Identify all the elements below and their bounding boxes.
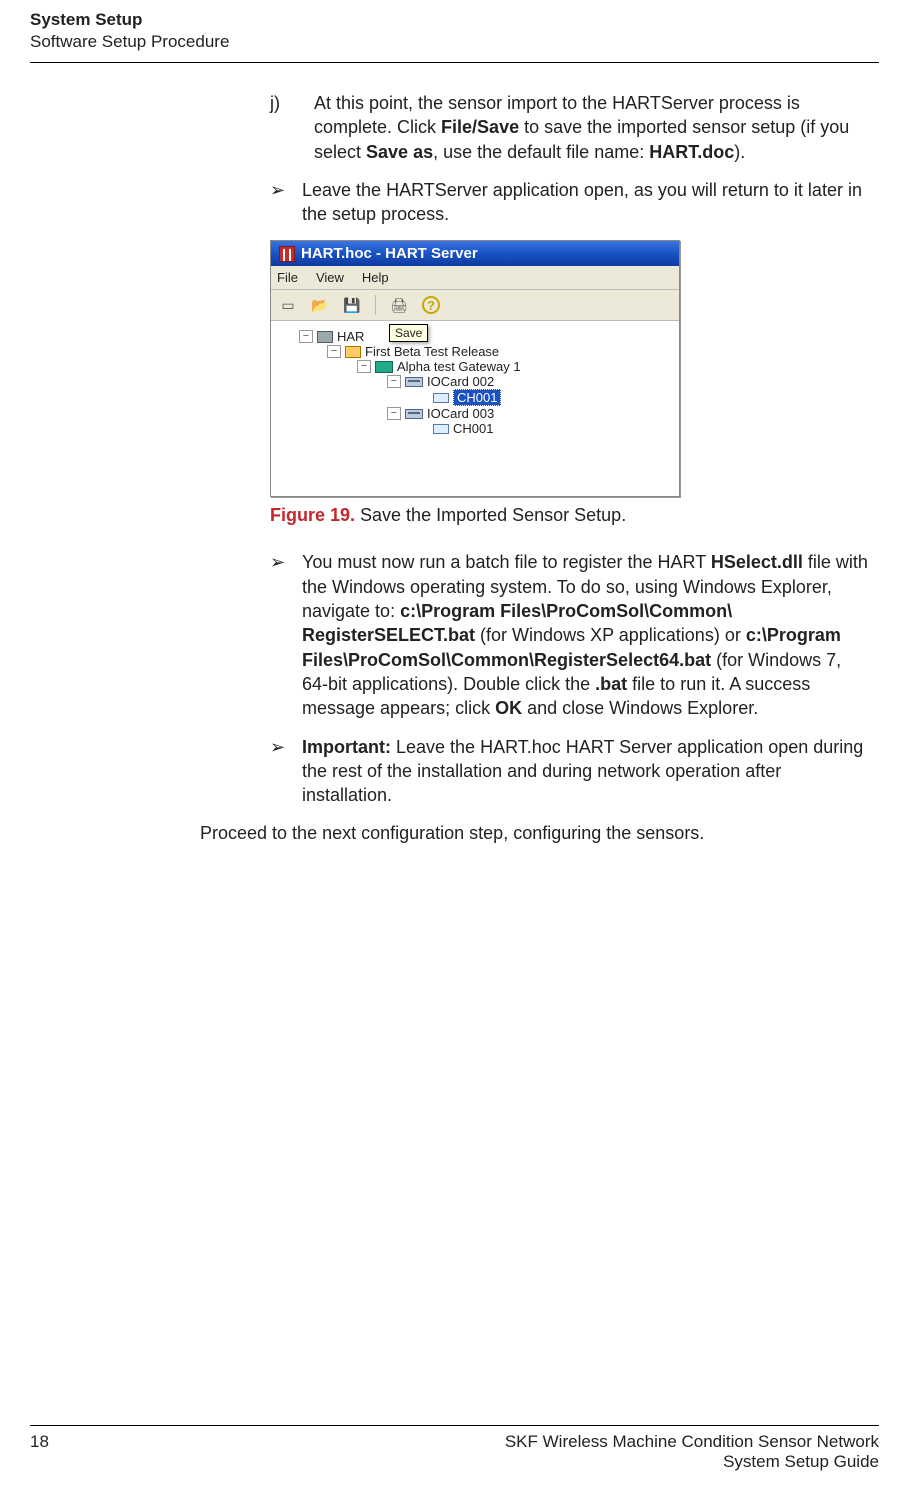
help-icon[interactable]: ? xyxy=(420,294,442,316)
save-icon[interactable]: 💾 xyxy=(341,294,363,316)
collapse-icon[interactable]: − xyxy=(327,345,341,358)
figure-text: Save the Imported Sensor Setup. xyxy=(355,505,626,525)
bullet-marker: ➢ xyxy=(270,735,302,808)
collapse-icon[interactable]: − xyxy=(299,330,313,343)
tree-gateway[interactable]: − Alpha test Gateway 1 xyxy=(275,359,675,374)
tree-gateway-label: Alpha test Gateway 1 xyxy=(397,359,521,374)
bullet-marker: ➢ xyxy=(270,550,302,720)
channel-icon xyxy=(433,424,449,434)
server-icon xyxy=(317,331,333,343)
bold: HART.doc xyxy=(649,142,734,162)
tree-ch001-b-label: CH001 xyxy=(453,421,493,436)
menu-help[interactable]: Help xyxy=(362,270,389,285)
new-icon[interactable]: ▭ xyxy=(277,294,299,316)
bullet-text: Important: Leave the HART.hoc HART Serve… xyxy=(302,735,869,808)
t: and close Windows Explorer. xyxy=(522,698,758,718)
figure-number: Figure 19. xyxy=(270,505,355,525)
gateway-icon xyxy=(375,361,393,373)
t: You must now run a batch file to registe… xyxy=(302,552,711,572)
bullet-important: ➢ Important: Leave the HART.hoc HART Ser… xyxy=(270,735,869,808)
collapse-icon[interactable]: − xyxy=(387,407,401,420)
tree-iocard-002-label: IOCard 002 xyxy=(427,374,494,389)
menu-file[interactable]: File xyxy=(277,270,298,285)
bold: Save as xyxy=(366,142,433,162)
tree-release-label: First Beta Test Release xyxy=(365,344,499,359)
bullet-text: You must now run a batch file to registe… xyxy=(302,550,869,720)
app-icon xyxy=(279,246,295,262)
page-number: 18 xyxy=(30,1432,49,1472)
tree-ch001-a[interactable]: CH001 xyxy=(275,389,675,406)
bold: .bat xyxy=(595,674,627,694)
tree-ch001-a-label: CH001 xyxy=(453,389,501,406)
header-subtitle: Software Setup Procedure xyxy=(30,32,879,52)
bullet-leave-open: ➢ Leave the HARTServer application open,… xyxy=(270,178,869,227)
bold: OK xyxy=(495,698,522,718)
tree-root[interactable]: − HARXXXXr xyxy=(275,329,675,344)
menubar: File View Help xyxy=(271,266,679,290)
footer-divider xyxy=(30,1425,879,1426)
iocard-icon xyxy=(405,377,423,387)
menu-view[interactable]: View xyxy=(316,270,344,285)
open-icon[interactable]: 📂 xyxy=(309,294,331,316)
save-tooltip: Save xyxy=(389,324,428,342)
bold: File/Save xyxy=(441,117,519,137)
footer-line1: SKF Wireless Machine Condition Sensor Ne… xyxy=(505,1432,879,1452)
bullet-marker: ➢ xyxy=(270,178,302,227)
collapse-icon[interactable]: − xyxy=(357,360,371,373)
channel-icon xyxy=(433,393,449,403)
bold: HSelect.dll xyxy=(711,552,803,572)
step-j-marker: j) xyxy=(270,91,314,164)
header-title: System Setup xyxy=(30,10,879,30)
folder-icon xyxy=(345,346,361,358)
t: ). xyxy=(734,142,745,162)
collapse-icon[interactable]: − xyxy=(387,375,401,388)
step-j: j) At this point, the sensor import to t… xyxy=(270,91,869,164)
figure-caption: Figure 19. Save the Imported Sensor Setu… xyxy=(270,505,869,526)
tree-iocard-003[interactable]: − IOCard 003 xyxy=(275,406,675,421)
hart-server-window: HART.hoc - HART Server File View Help ▭ … xyxy=(270,240,680,497)
titlebar: HART.hoc - HART Server xyxy=(271,241,679,266)
bold: Important: xyxy=(302,737,391,757)
tree-view: Save − HARXXXXr − First Beta Test Releas… xyxy=(271,321,679,496)
proceed-text: Proceed to the next configuration step, … xyxy=(200,821,869,845)
header-divider xyxy=(30,62,879,63)
tree-release[interactable]: − First Beta Test Release xyxy=(275,344,675,359)
t: , use the default file name: xyxy=(433,142,649,162)
footer: 18 SKF Wireless Machine Condition Sensor… xyxy=(30,1425,879,1472)
window-title: HART.hoc - HART Server xyxy=(301,245,478,262)
t: (for Windows XP applications) or xyxy=(475,625,746,645)
bullet-batch: ➢ You must now run a batch file to regis… xyxy=(270,550,869,720)
tree-iocard-002[interactable]: − IOCard 002 xyxy=(275,374,675,389)
tree-root-label-prefix: HAR xyxy=(337,329,364,344)
print-icon[interactable]: 🖨 xyxy=(388,294,410,316)
toolbar-separator xyxy=(375,295,376,315)
bullet-text: Leave the HARTServer application open, a… xyxy=(302,178,869,227)
footer-line2: System Setup Guide xyxy=(505,1452,879,1472)
iocard-icon xyxy=(405,409,423,419)
tree-ch001-b[interactable]: CH001 xyxy=(275,421,675,436)
step-j-text: At this point, the sensor import to the … xyxy=(314,91,869,164)
toolbar: ▭ 📂 💾 🖨 ? xyxy=(271,290,679,321)
tree-iocard-003-label: IOCard 003 xyxy=(427,406,494,421)
